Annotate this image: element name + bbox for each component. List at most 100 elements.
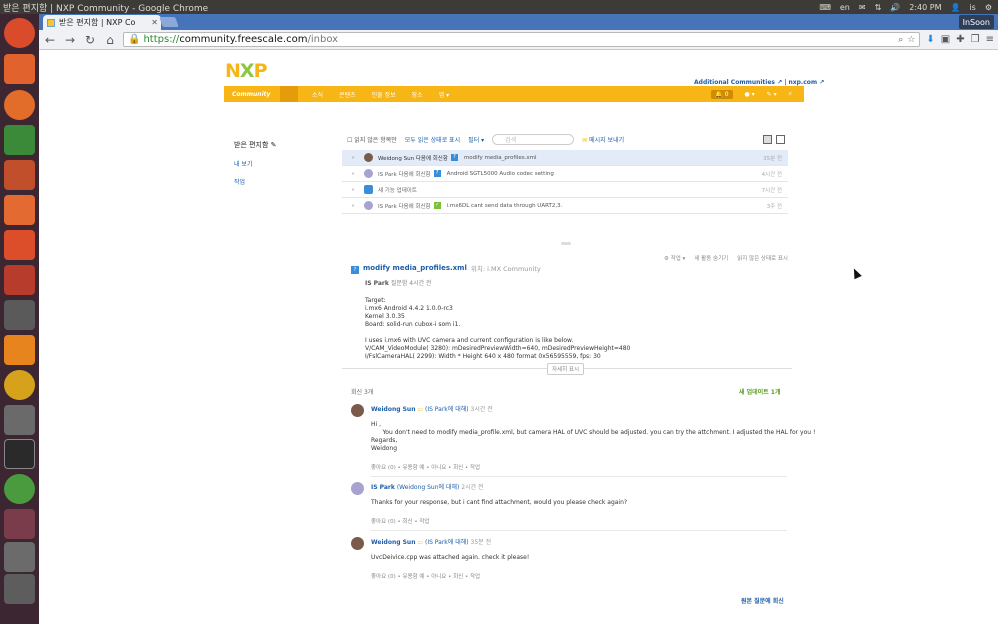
my-view-link[interactable]: 내 보기 [234, 159, 277, 168]
terminal-icon[interactable] [4, 439, 35, 469]
reply-actions[interactable]: 좋아요 (0) • 유용함 예 • 아니요 • 회신 • 작업 [371, 572, 787, 580]
user-icon[interactable]: 👤 [950, 3, 960, 12]
inbox-item[interactable]: » IS Park 다음에 회신함 ✓ i.mx6DL cant send data… [342, 198, 788, 214]
avatar[interactable] [351, 482, 364, 495]
calc-icon[interactable] [4, 125, 35, 155]
reload-icon[interactable]: ↻ [83, 33, 97, 47]
notification-bell[interactable]: 🔔 0 [711, 89, 733, 99]
ext-icon[interactable]: ▣ [941, 34, 950, 45]
full-view-icon[interactable] [776, 135, 785, 144]
impress-icon[interactable] [4, 160, 35, 190]
reply-author[interactable]: Weidong Sun [371, 539, 415, 546]
inbox-search-input[interactable]: 검색 [492, 134, 575, 145]
ubuntu-home-icon[interactable] [4, 18, 35, 48]
chrome-icon[interactable] [4, 474, 35, 504]
inbox-item[interactable]: » 새 기능 업데이트 7시간 전 [342, 182, 788, 198]
header-links: Additional Communities ↗ | nxp.com ↗ [694, 79, 825, 86]
browser-tab[interactable]: 받은 편지함 | NXP Co ✕ [43, 15, 161, 30]
volume-icon[interactable]: 🔊 [890, 3, 900, 12]
ubuntu-one-icon[interactable] [4, 230, 35, 260]
text-editor-icon[interactable] [4, 405, 35, 435]
language-indicator[interactable]: en [840, 3, 850, 12]
reply-text: Hi , You don't need to modify media_prof… [371, 421, 816, 452]
forward-icon[interactable]: → [63, 33, 77, 47]
url-scheme: https:// [143, 34, 180, 45]
reply-actions[interactable]: 좋아요 (0) • 유용함 예 • 아니요 • 회신 • 작업 [371, 463, 787, 471]
actions-menu[interactable]: ⚙ 작업 ▾ [664, 254, 685, 262]
reply-actions[interactable]: 좋아요 (0) • 회신 • 작업 [371, 517, 787, 525]
software-center-icon[interactable] [4, 195, 35, 225]
avatar[interactable] [351, 404, 364, 417]
reply-to-original-link[interactable]: 원본 질문에 회신 [741, 596, 784, 605]
home-icon[interactable]: ⌂ [103, 33, 117, 47]
nxp-com-link[interactable]: nxp.com [789, 79, 818, 86]
nav-people[interactable]: 인물 정보 [364, 90, 404, 99]
nav-places[interactable]: 장소 [404, 90, 431, 99]
profile-button[interactable]: InSoon [958, 15, 994, 29]
unity-launcher [0, 14, 39, 624]
reply-item: Weidong Sun ▭ (IS Park에 대해) 3시간 전 Hi , Y… [351, 404, 816, 477]
download-ext-icon[interactable]: ⬇ [926, 34, 934, 45]
send-message-link[interactable]: ✉ 메시지 보내기 [582, 135, 624, 144]
usb-drive-icon[interactable] [4, 542, 35, 572]
nav-home-icon[interactable] [280, 86, 298, 102]
zoom-icon[interactable]: ⌕ [898, 35, 903, 45]
screenshot-icon[interactable] [4, 300, 35, 330]
vlc-icon[interactable] [4, 335, 35, 365]
network-icon[interactable]: ⇅ [875, 3, 882, 12]
new-updates-link[interactable]: 새 업데이트 1개 [739, 387, 780, 396]
reply-item: Weidong Sun ▭ (IS Park에 대해) 35분 전 UvcDei… [351, 537, 787, 580]
inbox-item[interactable]: » IS Park 다음에 회신함? Android SGTL5000 Audio… [342, 166, 788, 182]
nav-news[interactable]: 소식 [304, 90, 331, 99]
close-tab-icon[interactable]: ✕ [151, 18, 158, 27]
thread-location[interactable]: 위치: i.MX Community [471, 263, 541, 273]
favicon-icon [47, 18, 55, 27]
lock-icon: 🔒 [128, 34, 141, 45]
clock[interactable]: 2:40 PM [909, 3, 941, 12]
additional-communities-link[interactable]: Additional Communities [694, 79, 775, 86]
show-more-button[interactable]: 자세히 표시 [547, 363, 585, 375]
thread-title[interactable]: modify media_profiles.xml [363, 264, 467, 272]
unread-only-checkbox[interactable]: ☐ 읽지 않은 항목만 [347, 135, 397, 144]
bookmark-star-icon[interactable]: ☆ [907, 35, 915, 45]
firefox-icon[interactable] [4, 90, 35, 120]
keyboard-icon[interactable]: ⌨ [819, 3, 831, 12]
hide-new-activity[interactable]: 새 활동 숨기기 [694, 254, 728, 262]
files-icon[interactable] [4, 54, 35, 84]
os-user[interactable]: is [969, 3, 975, 12]
avatar[interactable] [351, 537, 364, 550]
nav-content[interactable]: 콘텐츠 [331, 90, 364, 99]
workspace-icon[interactable] [4, 509, 35, 539]
filter-dropdown[interactable]: 필터 ▾ [468, 135, 484, 144]
reply-author[interactable]: IS Park [371, 484, 395, 491]
split-view-icon[interactable] [763, 135, 772, 144]
staff-badge: ▭ [417, 406, 424, 413]
settings-icon[interactable] [4, 265, 35, 295]
view-toggle [763, 135, 785, 144]
address-bar[interactable]: 🔒 https://community.freescale.com/inbox … [123, 32, 921, 47]
nav-apps[interactable]: 앱 ▾ [431, 90, 457, 99]
search-icon[interactable]: ⌕ [789, 90, 792, 98]
trash-icon[interactable] [4, 574, 35, 604]
copy-ext-icon[interactable]: ❐ [971, 34, 980, 45]
mark-unread[interactable]: 읽지 않은 상태로 표시 [737, 254, 788, 262]
power-icon[interactable]: ⚙ [985, 3, 992, 12]
question-icon: ? [351, 266, 359, 274]
avatar [364, 153, 373, 162]
pencil-icon[interactable]: ✎ ▾ [767, 91, 777, 98]
nav-community[interactable]: Community [224, 91, 274, 98]
audacity-icon[interactable] [4, 370, 35, 400]
inbox-item[interactable]: » Weidong Sun 다음에 회신함? modify media_profi… [342, 150, 788, 166]
puzzle-ext-icon[interactable]: ✚ [956, 34, 964, 45]
mail-icon[interactable]: ✉ [859, 3, 866, 12]
reply-author[interactable]: Weidong Sun [371, 406, 415, 413]
nxp-logo[interactable]: NXP [225, 60, 267, 82]
user-avatar-menu[interactable]: ● ▾ [745, 91, 755, 98]
mark-all-read-link[interactable]: 모두 읽은 상태로 표시 [405, 135, 460, 144]
url-path: /inbox [307, 34, 339, 45]
menu-icon[interactable]: ≡ [986, 34, 994, 45]
new-tab-button[interactable] [159, 17, 179, 27]
actions-link[interactable]: 작업 [234, 177, 277, 186]
pane-resize-handle[interactable] [561, 242, 571, 245]
back-icon[interactable]: ← [43, 33, 57, 47]
